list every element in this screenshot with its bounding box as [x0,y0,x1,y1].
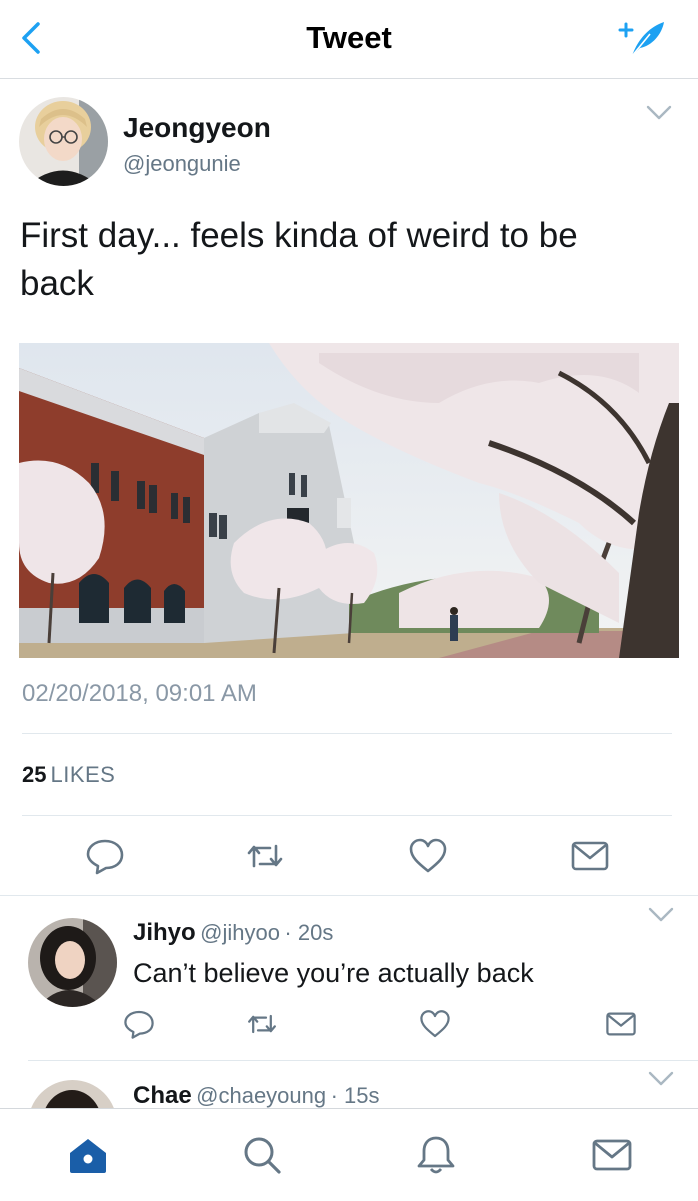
tab-bar [0,1108,698,1201]
reply-author-handle[interactable]: @chaeyoung [196,1083,326,1108]
notifications-bell-icon[interactable] [414,1133,458,1177]
page-title: Tweet [306,20,392,55]
divider [22,733,672,734]
direct-message-icon[interactable] [605,1008,637,1040]
tweet-timestamp: 02/20/2018, 09:01 AM [22,680,257,707]
reply-author-handle[interactable]: @jihyoo [200,920,280,945]
reply-author-name[interactable]: Jihyo [133,919,196,946]
divider [22,815,672,816]
likes-label: LIKES [50,762,116,787]
search-icon[interactable] [240,1133,284,1177]
like-icon[interactable] [419,1008,451,1040]
divider [0,895,698,896]
tweet-photo[interactable] [19,343,679,658]
divider [28,1060,698,1061]
reply-time: · 15s [330,1083,380,1108]
chevron-down-icon[interactable] [647,906,675,924]
avatar[interactable] [28,918,117,1007]
reply-text: Can’t believe you’re actually back [133,958,534,988]
reply-time: · 20s [284,920,334,945]
compose-feather-icon[interactable] [612,14,670,60]
likes-number: 25 [22,762,47,787]
chevron-down-icon[interactable] [645,104,673,122]
reply-header: Chae @chaeyoung · 15s [133,1082,380,1110]
like-icon[interactable] [408,836,448,876]
chevron-down-icon[interactable] [647,1070,675,1088]
retweet-icon[interactable] [245,836,285,876]
reply-author-name[interactable]: Chae [133,1082,192,1109]
tweet-text: First day... feels kinda of weird to be … [20,216,578,303]
home-icon[interactable] [66,1133,110,1177]
nav-header: Tweet [0,0,698,79]
reply-icon[interactable] [123,1008,155,1040]
avatar[interactable] [19,97,108,186]
reply-icon[interactable] [85,836,125,876]
messages-envelope-icon[interactable] [590,1133,634,1177]
author-handle[interactable]: @jeongunie [123,151,241,177]
retweet-icon[interactable] [246,1008,278,1040]
direct-message-icon[interactable] [570,836,610,876]
author-name[interactable]: Jeongyeon [123,112,271,144]
reply-header: Jihyo @jihyoo · 20s [133,919,333,947]
likes-count[interactable]: 25 LIKES [22,762,115,788]
